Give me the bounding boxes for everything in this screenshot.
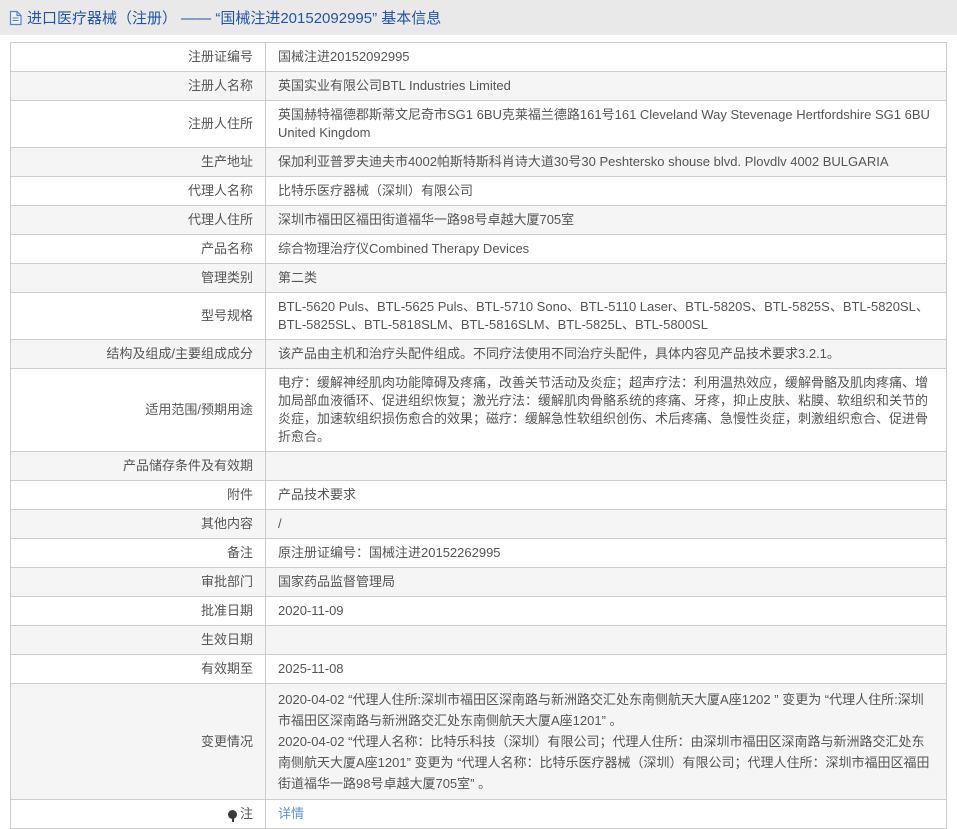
row-label: 代理人名称 <box>11 177 266 206</box>
row-label: 产品储存条件及有效期 <box>11 452 266 481</box>
table-row: 产品储存条件及有效期 <box>11 452 947 481</box>
row-label: 附件 <box>11 481 266 510</box>
row-value: 比特乐医疗器械（深圳）有限公司 <box>266 177 947 206</box>
table-row: 注册人名称英国实业有限公司BTL Industries Limited <box>11 72 947 101</box>
row-label: 代理人住所 <box>11 206 266 235</box>
row-label: 型号规格 <box>11 293 266 340</box>
row-label: 其他内容 <box>11 510 266 539</box>
row-value: 2025-11-08 <box>266 655 947 684</box>
table-row: 生产地址保加利亚普罗夫迪夫市4002帕斯特斯科肖诗大道30号30 Peshter… <box>11 148 947 177</box>
row-value: 英国实业有限公司BTL Industries Limited <box>266 72 947 101</box>
table-row: 代理人住所深圳市福田区福田街道福华一路98号卓越大厦705室 <box>11 206 947 235</box>
page-titlebar: 进口医疗器械（注册） —— “国械注进20152092995” 基本信息 <box>0 0 957 35</box>
row-label: 产品名称 <box>11 235 266 264</box>
row-value: 综合物理治疗仪Combined Therapy Devices <box>266 235 947 264</box>
row-value <box>266 452 947 481</box>
row-label: 结构及组成/主要组成成分 <box>11 340 266 369</box>
table-row: 型号规格BTL-5620 Puls、BTL-5625 Puls、BTL-5710… <box>11 293 947 340</box>
row-value: BTL-5620 Puls、BTL-5625 Puls、BTL-5710 Son… <box>266 293 947 340</box>
table-row: 注册证编号国械注进20152092995 <box>11 43 947 72</box>
row-value: 保加利亚普罗夫迪夫市4002帕斯特斯科肖诗大道30号30 Peshtersko … <box>266 148 947 177</box>
row-value: 国家药品监督管理局 <box>266 568 947 597</box>
row-label: 生效日期 <box>11 626 266 655</box>
row-label: 适用范围/预期用途 <box>11 369 266 452</box>
table-row: 其他内容/ <box>11 510 947 539</box>
page-title: 进口医疗器械（注册） —— “国械注进20152092995” 基本信息 <box>27 7 441 28</box>
row-label: 管理类别 <box>11 264 266 293</box>
table-row: 备注原注册证编号：国械注进20152262995 <box>11 539 947 568</box>
row-label: 注册人名称 <box>11 72 266 101</box>
table-row: 产品名称综合物理治疗仪Combined Therapy Devices <box>11 235 947 264</box>
table-row: 审批部门国家药品监督管理局 <box>11 568 947 597</box>
row-value: 英国赫特福德郡斯蒂文尼奇市SG1 6BU克莱福兰德路161号161 Clevel… <box>266 101 947 148</box>
row-value: 2020-04-02 “代理人住所:深圳市福田区深南路与新洲路交汇处东南侧航天大… <box>266 684 947 800</box>
table-row: 生效日期 <box>11 626 947 655</box>
value-line: 2020-04-02 “代理人名称：比特乐科技（深圳）有限公司；代理人住所：由深… <box>278 731 934 794</box>
table-row: 结构及组成/主要组成成分该产品由主机和治疗头配件组成。不同疗法使用不同治疗头配件… <box>11 340 947 369</box>
registration-info-table: 注册证编号国械注进20152092995注册人名称英国实业有限公司BTL Ind… <box>10 42 947 829</box>
row-label: 注册证编号 <box>11 43 266 72</box>
table-row: 注册人住所英国赫特福德郡斯蒂文尼奇市SG1 6BU克莱福兰德路161号161 C… <box>11 101 947 148</box>
row-label: 变更情况 <box>11 684 266 800</box>
table-row: 管理类别第二类 <box>11 264 947 293</box>
row-value: 原注册证编号：国械注进20152262995 <box>266 539 947 568</box>
row-value: 国械注进20152092995 <box>266 43 947 72</box>
row-value: 2020-11-09 <box>266 597 947 626</box>
row-value: 该产品由主机和治疗头配件组成。不同疗法使用不同治疗头配件，具体内容见产品技术要求… <box>266 340 947 369</box>
row-label: 注 <box>11 800 266 829</box>
table-row: 变更情况 2020-04-02 “代理人住所:深圳市福田区深南路与新洲路交汇处东南… <box>11 684 947 800</box>
row-value: 第二类 <box>266 264 947 293</box>
row-value: / <box>266 510 947 539</box>
registration-table-body: 注册证编号国械注进20152092995注册人名称英国实业有限公司BTL Ind… <box>11 43 947 829</box>
row-label: 生产地址 <box>11 148 266 177</box>
table-row: 适用范围/预期用途电疗：缓解神经肌肉功能障碍及疼痛，改善关节活动及炎症；超声疗法… <box>11 369 947 452</box>
detail-link[interactable]: 详情 <box>278 806 304 821</box>
row-value: 深圳市福田区福田街道福华一路98号卓越大厦705室 <box>266 206 947 235</box>
row-label: 有效期至 <box>11 655 266 684</box>
row-label: 备注 <box>11 539 266 568</box>
row-value: 详情 <box>266 800 947 829</box>
row-value: 电疗：缓解神经肌肉功能障碍及疼痛，改善关节活动及炎症；超声疗法：利用温热效应，缓… <box>266 369 947 452</box>
table-row: 注详情 <box>11 800 947 829</box>
value-line: 2020-04-02 “代理人住所:深圳市福田区深南路与新洲路交汇处东南侧航天大… <box>278 689 934 731</box>
table-row: 附件产品技术要求 <box>11 481 947 510</box>
table-row: 代理人名称比特乐医疗器械（深圳）有限公司 <box>11 177 947 206</box>
row-label: 注册人住所 <box>11 101 266 148</box>
row-label: 审批部门 <box>11 568 266 597</box>
table-row: 有效期至2025-11-08 <box>11 655 947 684</box>
row-value: 产品技术要求 <box>266 481 947 510</box>
row-label: 批准日期 <box>11 597 266 626</box>
document-icon <box>8 10 23 26</box>
row-value <box>266 626 947 655</box>
table-row: 批准日期2020-11-09 <box>11 597 947 626</box>
note-icon <box>228 810 237 819</box>
